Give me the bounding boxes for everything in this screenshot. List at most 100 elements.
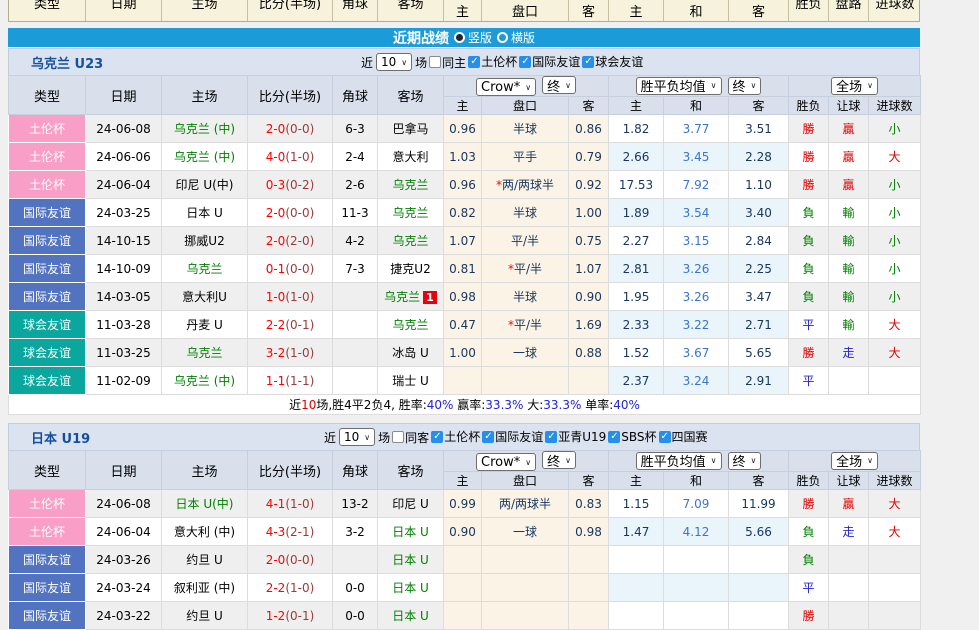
half-time-score: (0-0) [285,122,314,136]
scope-select[interactable]: 全场∨ [831,452,878,470]
home-team[interactable]: 乌克兰 [186,346,222,360]
final-odds-select-2[interactable]: 终∨ [728,77,762,95]
match-count-select[interactable]: 10∨ [339,428,375,446]
final-odds-select[interactable]: 终∨ [542,76,576,94]
away-team[interactable]: 乌克兰 [384,290,420,304]
checkbox-checked-icon[interactable] [582,56,594,68]
away-team[interactable]: 巴拿马 [392,122,428,136]
checkbox-checked-icon[interactable] [431,431,443,443]
final-odds-select-2[interactable]: 终∨ [728,452,762,470]
handicap-home-odds: 1.07 [444,227,482,255]
home-team[interactable]: 丹麦 U [186,318,223,332]
avg-odds-select[interactable]: 胜平负均值∨ [636,452,722,470]
checkbox-checked-icon[interactable] [519,56,531,68]
home-team[interactable]: 乌克兰 [186,262,222,276]
checkbox-checked-icon[interactable] [482,431,494,443]
score-cell: 4-1(1-0) [248,490,333,518]
half-time-score: (0-0) [285,206,314,220]
radio-selected-icon[interactable] [454,32,465,43]
corner-score: 2-6 [333,171,378,199]
match-result: 負 [802,290,814,304]
league-filter[interactable]: SBS杯 [606,428,656,445]
home-team[interactable]: 约旦 U [186,609,223,623]
handicap-result: 贏 [842,150,854,164]
handicap-away-odds: 0.79 [569,143,609,171]
layout-horizontal-option[interactable]: 横版 [497,29,535,46]
home-team[interactable]: 印尼 U(中) [176,178,234,192]
handicap-result: 走 [842,346,854,360]
full-time-score: 2-0 [266,553,286,567]
league-filter[interactable]: 国际友谊 [480,428,543,445]
match-date: 24-03-25 [86,199,162,227]
handicap-line: 两/两球半 [502,178,554,192]
away-team[interactable]: 瑞士 U [392,374,429,388]
league-filter[interactable]: 国际友谊 [517,53,580,70]
league-filter[interactable]: 亚青U19 [543,428,606,445]
league-filter[interactable]: 土伦杯 [429,428,480,445]
away-team[interactable]: 乌克兰 [392,234,428,248]
handicap-result: 走 [842,525,854,539]
home-team[interactable]: 乌克兰 (中) [174,122,235,136]
home-team[interactable]: 日本 U(中) [176,497,234,511]
chevron-down-icon: ∨ [364,433,370,442]
away-team[interactable]: 捷克U2 [390,262,430,276]
handicap-result: 輸 [842,262,854,276]
subcol-result: 胜负 [789,472,829,490]
page: 类型 日期 主场 比分(半场) 角球 客场 主 盘口 客 主 和 客 胜负 盘路… [8,0,920,630]
checkbox-checked-icon[interactable] [659,431,671,443]
match-count-select[interactable]: 10∨ [376,53,412,71]
league-filter[interactable]: 四国赛 [657,428,708,445]
away-team[interactable]: 乌克兰 [392,206,428,220]
bookmaker-select[interactable]: Crow*∨ [476,453,536,471]
checkbox-checked-icon[interactable] [545,431,557,443]
away-team[interactable]: 乌克兰 [392,318,428,332]
avg-draw-odds: 3.22 [664,311,729,339]
league-filter[interactable]: 土伦杯 [466,53,517,70]
layout-vertical-option[interactable]: 竖版 [454,29,492,46]
away-team[interactable]: 日本 U [392,609,429,623]
match-date: 24-03-22 [86,602,162,630]
avg-home-odds: 1.89 [609,199,664,227]
away-team[interactable]: 意大利 [392,150,428,164]
same-away-filter[interactable]: 同客 [390,429,429,446]
home-team[interactable]: 约旦 U [186,553,223,567]
away-team[interactable]: 日本 U [392,553,429,567]
checkbox-unchecked-icon[interactable] [429,56,441,68]
handicap-away-odds: 0.88 [569,339,609,367]
checkbox-checked-icon[interactable] [468,56,480,68]
handicap-home-odds: 0.81 [444,255,482,283]
col-score: 比分(半场) [248,451,333,490]
subcol-handicap: 盘口 [482,97,569,115]
home-team[interactable]: 意大利U [182,290,227,304]
full-time-score: 1-1 [266,374,286,388]
away-team[interactable]: 冰岛 U [392,346,429,360]
corner-score: 0-0 [333,602,378,630]
checkbox-checked-icon[interactable] [608,431,620,443]
away-team[interactable]: 日本 U [392,581,429,595]
full-time-score: 2-0 [266,234,286,248]
full-time-score: 0-1 [266,262,286,276]
checkbox-unchecked-icon[interactable] [392,431,404,443]
away-team[interactable]: 印尼 U [392,497,429,511]
final-odds-select[interactable]: 终∨ [542,451,576,469]
same-home-filter[interactable]: 同主 [427,54,466,71]
avg-odds-select[interactable]: 胜平负均值∨ [636,77,722,95]
home-team[interactable]: 挪威U2 [184,234,224,248]
col-corner: 角球 [333,76,378,115]
home-team[interactable]: 乌克兰 (中) [174,150,235,164]
home-team[interactable]: 叙利亚 (中) [174,581,235,595]
home-team[interactable]: 意大利 (中) [174,525,235,539]
half-time-score: (1-0) [285,150,314,164]
bookmaker-select[interactable]: Crow*∨ [476,78,536,96]
section-ukraine-u23: 乌克兰 U23 近 10∨ 场 同主 土伦杯国际友谊球会友谊 类型 [8,48,920,415]
away-team[interactable]: 乌克兰 [392,178,428,192]
league-badge: 国际友谊 [9,199,86,227]
league-filter[interactable]: 球会友谊 [580,53,643,70]
home-team[interactable]: 日本 U [186,206,223,220]
radio-unselected-icon[interactable] [497,32,508,43]
home-team[interactable]: 乌克兰 (中) [174,374,235,388]
goals-result: 小 [889,290,901,304]
away-team[interactable]: 日本 U [392,525,429,539]
scope-select[interactable]: 全场∨ [831,77,878,95]
handicap-result: 輸 [842,234,854,248]
